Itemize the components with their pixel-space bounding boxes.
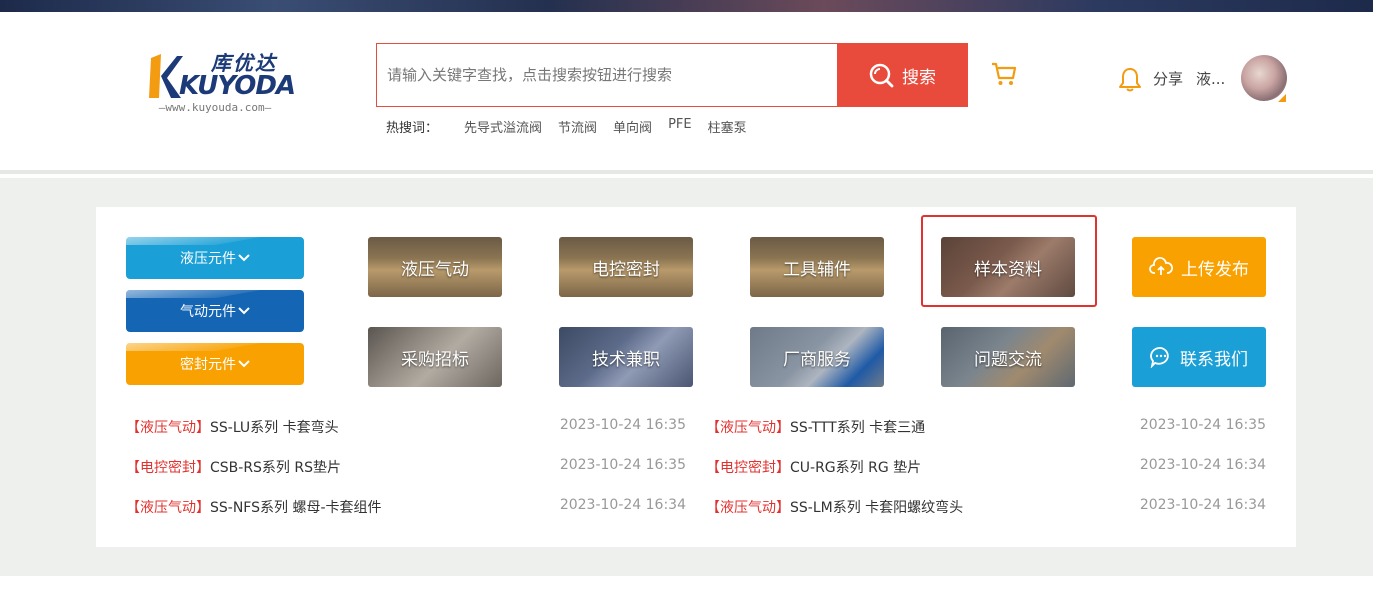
upload-publish-button[interactable]: 上传发布	[1132, 237, 1266, 297]
bell-icon[interactable]	[1118, 67, 1142, 93]
tile-procurement-bidding[interactable]: 采购招标	[368, 327, 502, 387]
category-label: 气动元件	[180, 304, 236, 320]
logo-url-text: —www.kuyouda.com—	[158, 101, 272, 114]
category-label: 密封元件	[180, 357, 236, 373]
hot-word-link[interactable]: 先导式溢流阀	[464, 117, 542, 136]
news-title[interactable]: SS-NFS系列 螺母-卡套组件	[210, 497, 560, 517]
tile-hydraulic-pneumatic[interactable]: 液压气动	[368, 237, 502, 297]
site-logo[interactable]: 库优达 KUYODA —www.kuyouda.com—	[145, 45, 296, 125]
search-button[interactable]: 搜索	[837, 44, 967, 106]
hot-word-link[interactable]: 节流阀	[558, 117, 597, 136]
tile-label: 问题交流	[974, 349, 1042, 370]
news-tag: 【电控密封】	[126, 460, 210, 476]
news-item[interactable]: 【液压气动】 SS-TTT系列 卡套三通 2023-10-24 16:35	[706, 417, 1266, 437]
hot-word-link[interactable]: PFE	[668, 117, 692, 136]
tile-technical-parttime[interactable]: 技术兼职	[559, 327, 693, 387]
hot-search-label: 热搜词：	[386, 121, 439, 136]
news-item[interactable]: 【液压气动】 SS-LU系列 卡套弯头 2023-10-24 16:35	[126, 417, 686, 437]
selection-highlight	[921, 215, 1097, 307]
tile-electric-seal[interactable]: 电控密封	[559, 237, 693, 297]
news-title[interactable]: CSB-RS系列 RS垫片	[210, 457, 560, 477]
search-input[interactable]	[377, 44, 837, 106]
tile-label: 采购招标	[401, 349, 469, 370]
news-tag: 【电控密封】	[706, 460, 790, 476]
footer-gap	[0, 576, 1373, 601]
action-label: 上传发布	[1181, 259, 1249, 280]
news-tag: 【液压气动】	[126, 500, 210, 516]
logo-mark-icon	[149, 54, 183, 98]
hot-word-link[interactable]: 单向阀	[613, 117, 652, 136]
news-time: 2023-10-24 16:34	[1139, 497, 1266, 513]
category-label: 液压元件	[180, 251, 236, 267]
tile-label: 电控密封	[592, 259, 660, 280]
news-title[interactable]: SS-TTT系列 卡套三通	[790, 417, 1140, 437]
tile-label: 厂商服务	[783, 349, 851, 370]
news-item[interactable]: 【液压气动】 SS-NFS系列 螺母-卡套组件 2023-10-24 16:34	[126, 497, 686, 517]
news-tag: 【液压气动】	[706, 500, 790, 516]
action-label: 联系我们	[1180, 349, 1248, 370]
share-link[interactable]: 分享	[1153, 68, 1183, 89]
news-title[interactable]: CU-RG系列 RG 垫片	[790, 457, 1140, 477]
chevron-down-icon	[238, 254, 250, 262]
tile-tools-accessories[interactable]: 工具辅件	[750, 237, 884, 297]
news-item[interactable]: 【液压气动】 SS-LM系列 卡套阳螺纹弯头 2023-10-24 16:34	[706, 497, 1266, 517]
news-tag: 【液压气动】	[706, 420, 790, 436]
news-item[interactable]: 【电控密封】 CU-RG系列 RG 垫片 2023-10-24 16:34	[706, 457, 1266, 477]
hot-word-link[interactable]: 柱塞泵	[708, 117, 747, 136]
chevron-down-icon	[238, 307, 250, 315]
cart-icon[interactable]	[990, 60, 1018, 88]
search-icon	[869, 63, 894, 88]
news-title[interactable]: SS-LU系列 卡套弯头	[210, 417, 560, 437]
hot-search-words: 热搜词： 先导式溢流阀 节流阀 单向阀 PFE 柱塞泵	[386, 117, 747, 136]
cloud-upload-icon	[1149, 257, 1173, 275]
news-tag: 【液压气动】	[126, 420, 210, 436]
news-time: 2023-10-24 16:35	[559, 457, 686, 473]
top-banner-strip	[0, 0, 1373, 12]
category-seal-button[interactable]: 密封元件	[126, 343, 304, 385]
chat-bubble-icon	[1150, 347, 1169, 368]
tile-vendor-service[interactable]: 厂商服务	[750, 327, 884, 387]
tile-qa-exchange[interactable]: 问题交流	[941, 327, 1075, 387]
tile-label: 技术兼职	[592, 349, 660, 370]
search-button-label: 搜索	[902, 67, 936, 88]
chevron-down-icon	[238, 360, 250, 368]
news-item[interactable]: 【电控密封】 CSB-RS系列 RS垫片 2023-10-24 16:35	[126, 457, 686, 477]
avatar-dropdown-marker	[1278, 94, 1286, 102]
category-hydraulic-button[interactable]: 液压元件	[126, 237, 304, 279]
news-time: 2023-10-24 16:34	[559, 497, 686, 513]
news-time: 2023-10-24 16:35	[1139, 417, 1266, 433]
tile-label: 工具辅件	[783, 259, 851, 280]
contact-us-button[interactable]: 联系我们	[1132, 327, 1266, 387]
category-pneumatic-button[interactable]: 气动元件	[126, 290, 304, 332]
user-name[interactable]: 液...	[1196, 68, 1225, 89]
news-title[interactable]: SS-LM系列 卡套阳螺纹弯头	[790, 497, 1140, 517]
search-bar: 搜索	[376, 43, 968, 107]
logo-english-text: KUYODA	[179, 71, 296, 101]
news-time: 2023-10-24 16:35	[559, 417, 686, 433]
news-time: 2023-10-24 16:34	[1139, 457, 1266, 473]
tile-label: 液压气动	[401, 259, 469, 280]
